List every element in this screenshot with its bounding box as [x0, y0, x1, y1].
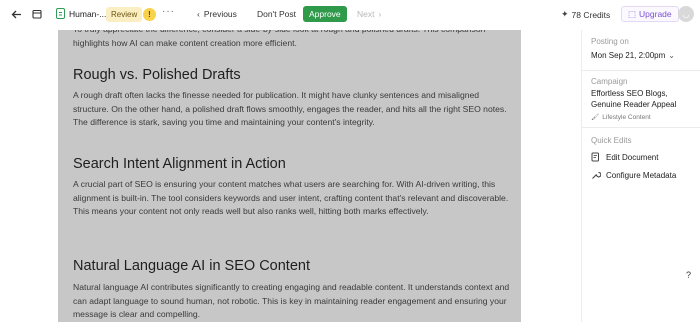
edit-document-icon	[591, 152, 601, 162]
section-heading: Rough vs. Polished Drafts	[73, 67, 241, 83]
edit-document-button[interactable]: Edit Document	[591, 152, 658, 162]
avatar[interactable]: ◡	[678, 6, 694, 22]
edit-document-label: Edit Document	[606, 152, 659, 162]
document-page[interactable]: To truly appreciate the difference, cons…	[58, 30, 521, 322]
divider	[582, 127, 700, 128]
document-title[interactable]: Human-...	[56, 8, 106, 19]
quick-edits-label: Quick Edits	[591, 136, 632, 145]
brush-icon: 🖌	[591, 114, 600, 121]
intro-paragraph: To truly appreciate the difference, cons…	[73, 30, 485, 48]
configure-metadata-button[interactable]: Configure Metadata	[591, 170, 676, 180]
campaign-tag[interactable]: 🖌 Lifestyle Content	[591, 113, 651, 122]
posting-date-select[interactable]: Mon Sep 21, 2:00pm ⌄	[591, 51, 675, 60]
upgrade-icon: ⬚	[628, 8, 637, 19]
next-label: Next	[357, 9, 375, 19]
next-button[interactable]: Next ›	[357, 9, 381, 19]
campaign-tag-label: Lifestyle Content	[602, 113, 651, 121]
document-title-text: Human-...	[69, 8, 107, 19]
top-toolbar: Human-... Review ! ··· ‹ Previous Don't …	[0, 0, 700, 30]
posting-on-label: Posting on	[591, 37, 629, 46]
document-icon	[56, 8, 65, 19]
section-paragraph: A crucial part of SEO is ensuring your c…	[73, 179, 509, 217]
configure-metadata-label: Configure Metadata	[606, 170, 677, 180]
details-sidebar: Posting on Mon Sep 21, 2:00pm ⌄ Campaign …	[581, 30, 700, 322]
campaign-label: Campaign	[591, 77, 628, 86]
upgrade-button[interactable]: ⬚ Upgrade	[621, 6, 679, 22]
chevron-left-icon: ‹	[197, 9, 200, 19]
chevron-down-icon: ⌄	[668, 51, 675, 60]
upgrade-label: Upgrade	[639, 9, 672, 19]
campaign-name[interactable]: Effortless SEO Blogs, Genuine Reader App…	[591, 88, 699, 110]
document-canvas: To truly appreciate the difference, cons…	[0, 30, 581, 322]
previous-label: Previous	[203, 9, 237, 19]
review-status-badge[interactable]: Review	[106, 7, 143, 22]
section-paragraph: A rough draft often lacks the finesse ne…	[73, 90, 507, 128]
section-paragraph: Natural language AI contributes signific…	[73, 282, 510, 320]
dont-post-button[interactable]: Don't Post	[257, 9, 296, 19]
credits-label: 78 Credits	[571, 9, 611, 20]
divider	[582, 70, 700, 71]
section-heading: Natural Language AI in SEO Content	[73, 258, 310, 274]
posting-date-value: Mon Sep 21, 2:00pm	[591, 51, 666, 60]
back-arrow-icon[interactable]	[9, 7, 23, 21]
more-icon[interactable]: ···	[162, 6, 175, 17]
sparkle-icon: ✦	[561, 9, 569, 19]
section-heading: Search Intent Alignment in Action	[73, 156, 286, 172]
calendar-icon[interactable]	[30, 7, 44, 21]
help-button[interactable]: ?	[686, 270, 691, 280]
warning-icon[interactable]: !	[143, 8, 156, 21]
wrench-icon	[591, 170, 601, 180]
chevron-right-icon: ›	[378, 9, 382, 19]
credits-display[interactable]: ✦ 78 Credits	[561, 9, 610, 20]
approve-button[interactable]: Approve	[303, 6, 347, 22]
previous-button[interactable]: ‹ Previous	[197, 9, 237, 19]
